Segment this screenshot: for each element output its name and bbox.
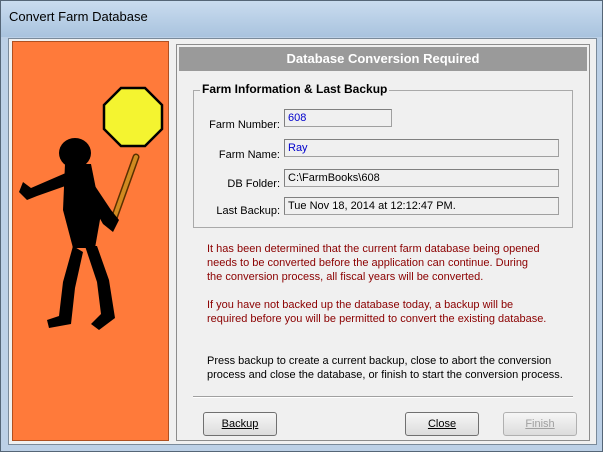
backup-message: If you have not backed up the database t… (207, 298, 567, 326)
stop-sign-figure-panel (12, 41, 169, 441)
dialog-client-area: Database Conversion Required Farm Inform… (8, 38, 597, 445)
farm-name-field[interactable]: Ray (284, 139, 559, 157)
conversion-message: It has been determined that the current … (207, 242, 567, 284)
title-bar[interactable]: Convert Farm Database (1, 1, 602, 37)
conversion-message-line: It has been determined that the current … (207, 243, 540, 255)
backup-message-line: If you have not backed up the database t… (207, 299, 514, 311)
conversion-message-line: needs to be converted before the applica… (207, 257, 529, 269)
finish-button-label: Finish (525, 418, 555, 430)
conversion-panel: Database Conversion Required Farm Inform… (176, 44, 590, 441)
instructions-message: Press backup to create a current backup,… (207, 354, 587, 382)
panel-header: Database Conversion Required (179, 47, 587, 71)
convert-farm-database-window: Convert Farm Database Database Conversio… (0, 0, 603, 452)
finish-button[interactable]: Finish (503, 412, 577, 436)
farm-name-label: Farm Name: (218, 149, 280, 161)
conversion-message-line: the conversion process, all fiscal years… (207, 271, 484, 283)
window-title: Convert Farm Database (9, 9, 148, 24)
close-button-label: Close (427, 418, 457, 430)
stop-sign-figure-icon (19, 86, 164, 330)
farm-number-label: Farm Number: (209, 119, 280, 131)
close-button[interactable]: Close (405, 412, 479, 436)
db-folder-field[interactable]: C:\FarmBooks\608 (284, 169, 559, 187)
backup-button[interactable]: Backup (203, 412, 277, 436)
backup-message-line: required before you will be permitted to… (207, 313, 547, 325)
instructions-message-line: process and close the database, or finis… (207, 369, 563, 381)
instructions-message-line: Press backup to create a current backup,… (207, 355, 552, 367)
farm-number-field[interactable]: 608 (284, 109, 392, 127)
db-folder-label: DB Folder: (227, 178, 280, 190)
last-backup-field[interactable]: Tue Nov 18, 2014 at 12:12:47 PM. (284, 197, 559, 215)
backup-button-label: Backup (221, 418, 259, 430)
farm-info-groupbox: Farm Information & Last Backup Farm Numb… (193, 82, 573, 228)
groupbox-legend: Farm Information & Last Backup (200, 82, 390, 96)
last-backup-label: Last Backup: (216, 205, 280, 217)
button-divider (193, 396, 573, 398)
